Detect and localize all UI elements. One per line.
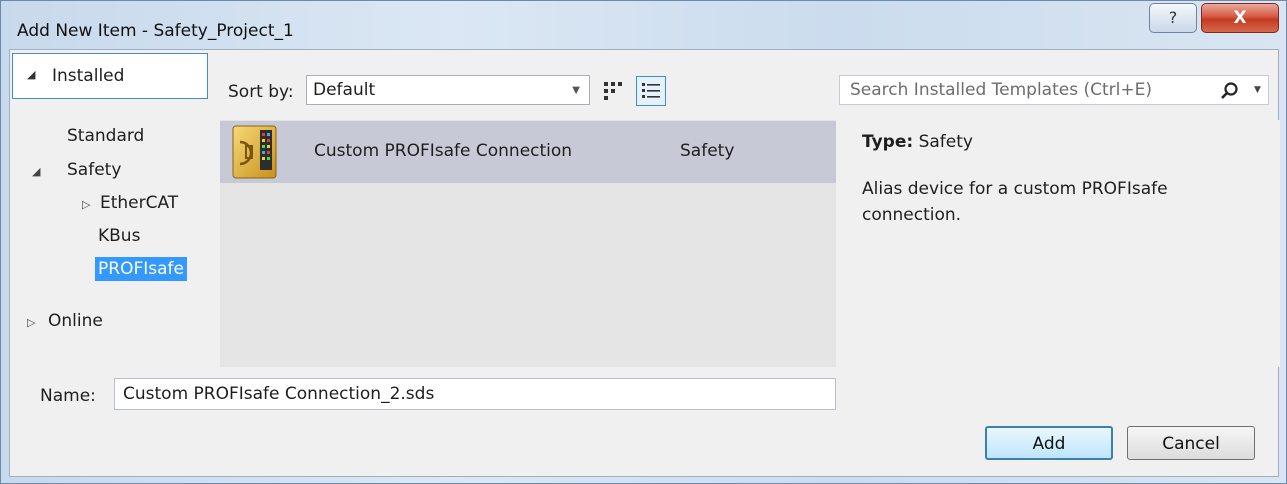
safety-profisafe-icon (232, 125, 277, 179)
name-field[interactable] (114, 378, 836, 410)
collapsed-triangle-icon[interactable]: ▷ (27, 316, 35, 329)
add-new-item-dialog: Add New Item - Safety_Project_1 ? X ◢ In… (0, 0, 1287, 484)
grid-view-icon (604, 82, 622, 100)
tree-item-online[interactable]: Online (48, 311, 103, 331)
sort-by-label: Sort by: (228, 82, 294, 102)
tree-item-ethercat[interactable]: EtherCAT (100, 193, 178, 213)
details-pane: Type: Safety Alias device for a custom P… (846, 120, 1280, 367)
item-description: Alias device for a custom PROFIsafe conn… (862, 179, 1168, 225)
item-name: Custom PROFIsafe Connection (314, 141, 573, 161)
list-item[interactable]: Custom PROFIsafe Connection Safety (220, 121, 836, 183)
installed-header[interactable]: ◢ Installed (12, 53, 208, 99)
tree-item-profisafe[interactable]: PROFIsafe (95, 257, 187, 281)
search-options-arrow-icon[interactable]: ▼ (1254, 85, 1261, 95)
close-button[interactable]: X (1201, 3, 1279, 33)
list-view-icon (642, 83, 660, 98)
search-input[interactable] (848, 79, 1208, 101)
small-icons-view-button[interactable] (598, 76, 628, 106)
collapsed-triangle-icon[interactable]: ▷ (82, 198, 90, 211)
expanded-triangle-icon: ◢ (27, 68, 36, 81)
sort-by-dropdown[interactable]: Default ▼ (306, 75, 590, 105)
name-label: Name: (40, 386, 96, 406)
sort-by-value: Default (313, 80, 376, 100)
help-button[interactable]: ? (1149, 3, 1197, 33)
tree-item-standard[interactable]: Standard (67, 126, 144, 146)
add-button[interactable]: Add (985, 426, 1113, 460)
dialog-body: ◢ Installed Standard ◢ Safety ▷ EtherCAT… (9, 49, 1280, 477)
tree-item-safety[interactable]: Safety (67, 160, 121, 180)
search-templates-box[interactable]: ▼ (839, 75, 1269, 105)
template-list: Custom PROFIsafe Connection Safety (220, 120, 836, 367)
list-view-button[interactable] (636, 76, 666, 106)
search-icon[interactable] (1220, 81, 1240, 101)
type-label: Type: (862, 132, 914, 152)
window-title: Add New Item - Safety_Project_1 (17, 21, 294, 41)
template-tree: ◢ Installed Standard ◢ Safety ▷ EtherCAT… (10, 50, 214, 367)
title-bar[interactable]: Add New Item - Safety_Project_1 ? X (1, 1, 1286, 47)
type-line: Type: Safety (862, 132, 973, 152)
item-type: Safety (680, 141, 735, 161)
cancel-button[interactable]: Cancel (1127, 426, 1255, 460)
type-value: Safety (918, 132, 973, 152)
installed-label: Installed (52, 66, 125, 86)
dropdown-arrow-icon: ▼ (572, 85, 580, 96)
tree-item-kbus[interactable]: KBus (98, 226, 140, 246)
expanded-triangle-icon[interactable]: ◢ (32, 165, 40, 178)
